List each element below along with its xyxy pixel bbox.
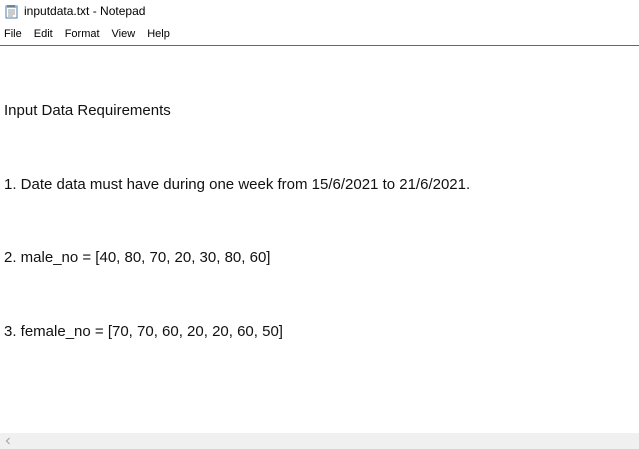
text-editor[interactable]: Input Data Requirements 1. Date data mus… — [0, 46, 639, 433]
horizontal-scrollbar[interactable] — [0, 433, 639, 449]
editor-line-2: 2. male_no = [40, 80, 70, 20, 30, 80, 60… — [4, 249, 271, 266]
menu-edit[interactable]: Edit — [32, 26, 59, 42]
editor-line-heading: Input Data Requirements — [4, 102, 171, 119]
menu-bar: File Edit Format View Help — [0, 22, 639, 46]
menu-file[interactable]: File — [2, 26, 28, 42]
editor-line-3: 3. female_no = [70, 70, 60, 20, 20, 60, … — [4, 322, 283, 340]
window-title: inputdata.txt - Notepad — [24, 4, 146, 18]
title-bar[interactable]: inputdata.txt - Notepad — [0, 0, 639, 22]
editor-line-1: 1. Date data must have during one week f… — [4, 175, 471, 193]
chevron-left-icon[interactable] — [0, 433, 16, 449]
menu-help[interactable]: Help — [145, 26, 176, 42]
notepad-icon — [4, 3, 18, 19]
menu-view[interactable]: View — [110, 26, 142, 42]
notepad-window: inputdata.txt - Notepad File Edit Format… — [0, 0, 639, 449]
menu-format[interactable]: Format — [63, 26, 106, 42]
